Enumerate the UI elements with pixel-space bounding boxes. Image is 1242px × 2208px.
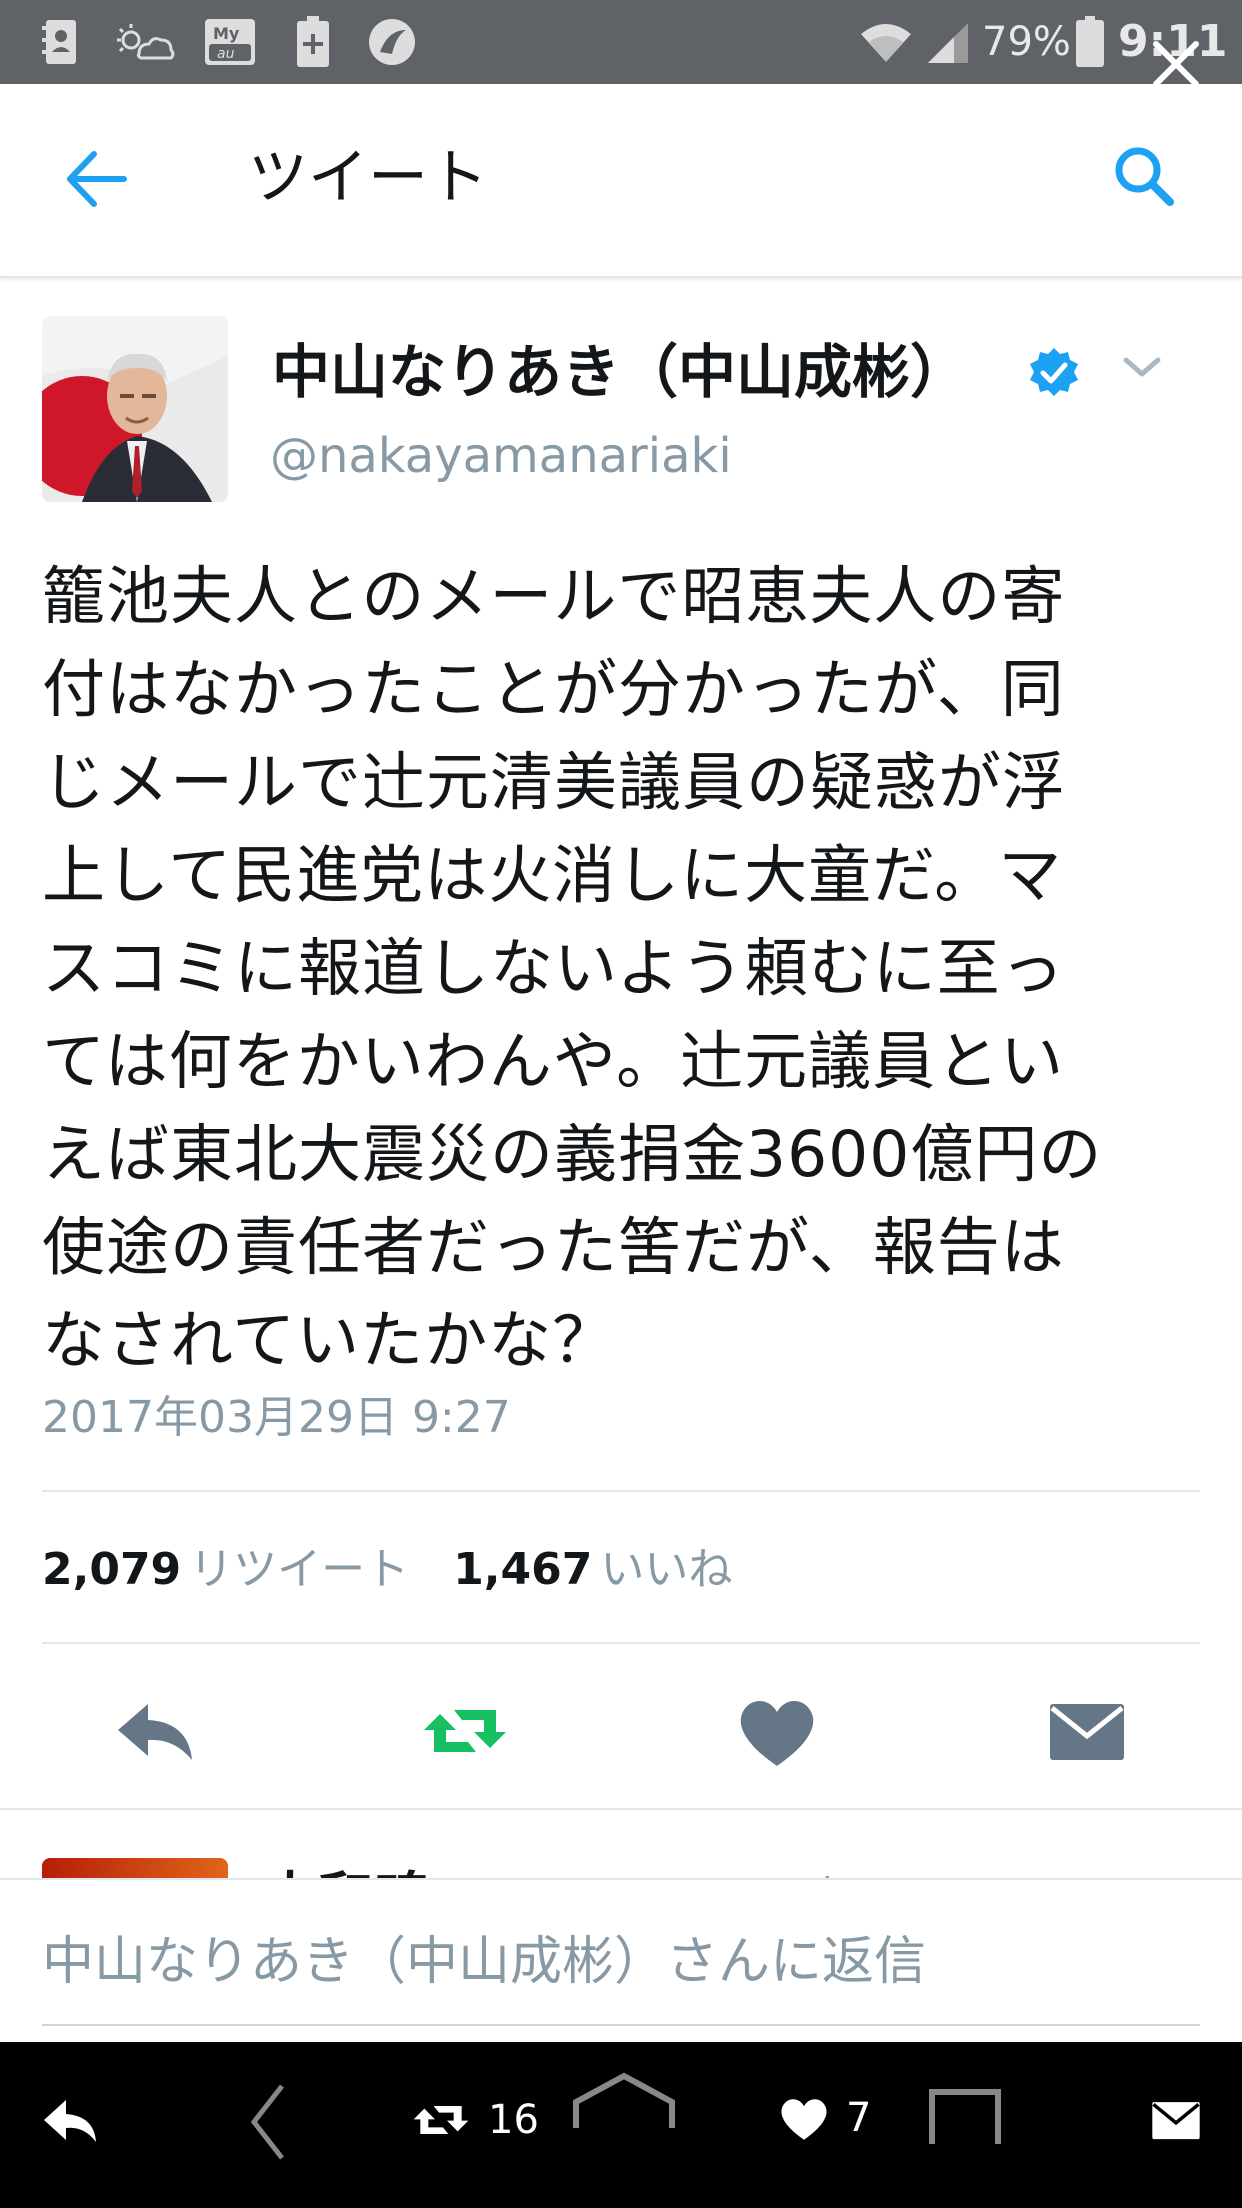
retweet-count-stat[interactable]: 2,079 リツイート bbox=[42, 1544, 409, 1595]
bottom-bar: 16 7 bbox=[0, 2042, 1242, 2208]
tweet-timestamp: 2017年03月29日 9:27 bbox=[42, 1392, 511, 1443]
retweet-icon[interactable] bbox=[420, 1686, 510, 1776]
svg-text:au: au bbox=[217, 46, 235, 62]
like-count: 1,467 bbox=[453, 1544, 593, 1595]
battery-percent: 79% bbox=[982, 19, 1071, 65]
bottom-retweet-button[interactable]: 16 bbox=[408, 2090, 539, 2150]
tweet-text-line: 上して民進党は火消しに大童だ。マ bbox=[42, 839, 1063, 912]
chevron-down-icon[interactable] bbox=[1120, 352, 1164, 382]
reply-icon[interactable] bbox=[110, 1686, 200, 1776]
status-bar: My au 79% 9:11 bbox=[0, 0, 1242, 84]
bottom-like-count: 7 bbox=[846, 2095, 872, 2141]
battery-icon bbox=[1070, 14, 1110, 70]
system-back-button[interactable] bbox=[248, 2082, 288, 2162]
tweet-text: 籠池夫人とのメールで昭恵夫人の寄 付はなかったことが分かったが、同 じメールで辻… bbox=[42, 550, 1202, 1387]
like-count-label: いいね bbox=[600, 1544, 733, 1595]
bottom-reply-button[interactable] bbox=[40, 2090, 100, 2150]
reply-author-name: 大和魂 bbox=[262, 1854, 430, 1880]
system-home-icon bbox=[573, 2072, 675, 2128]
like-heart-icon[interactable] bbox=[732, 1686, 822, 1776]
weather-icon bbox=[110, 14, 180, 70]
system-back-icon bbox=[250, 2084, 284, 2160]
divider bbox=[42, 1642, 1200, 1644]
battery-plus-icon bbox=[288, 14, 338, 70]
tweet-text-line: じメールで辻元清美議員の疑惑が浮 bbox=[42, 746, 1066, 819]
system-recents-icon bbox=[929, 2089, 1001, 2144]
reply-compose-bar: 中山なりあき（中山成彬）さんに返信 bbox=[0, 1878, 1242, 2044]
search-icon[interactable] bbox=[1112, 144, 1176, 208]
myau-icon: My au bbox=[200, 14, 260, 70]
direct-message-icon[interactable] bbox=[1042, 1686, 1132, 1776]
back-arrow-icon[interactable] bbox=[64, 146, 130, 212]
like-heart-icon bbox=[781, 2099, 827, 2140]
engagement-counts: 2,079 リツイート 1,467 いいね bbox=[42, 1540, 732, 1600]
retweet-count-label: リツイート bbox=[189, 1544, 410, 1595]
tweet-text-line: 籠池夫人とのメールで昭恵夫人の寄 bbox=[42, 560, 1066, 633]
reply-avatar bbox=[42, 1858, 228, 1880]
bottom-like-button[interactable]: 7 bbox=[776, 2090, 871, 2146]
reply-icon bbox=[44, 2100, 96, 2142]
page-title: ツイート bbox=[248, 143, 488, 213]
tweet-text-line: 使途の責任者だった筈だが、報告は bbox=[42, 1211, 1065, 1284]
retweet-icon bbox=[413, 2106, 469, 2134]
system-recents-button[interactable] bbox=[928, 2088, 1002, 2146]
svg-text:My: My bbox=[213, 24, 240, 43]
tweet-text-line: 付はなかったことが分かったが、同 bbox=[42, 653, 1065, 726]
tweet-text-line: スコミに報道しないよう頼むに至っ bbox=[42, 932, 1065, 1005]
signal-icon bbox=[920, 14, 976, 70]
verified-badge-icon bbox=[1030, 348, 1078, 396]
direct-message-icon bbox=[1152, 2102, 1200, 2140]
retweet-count: 2,079 bbox=[42, 1544, 182, 1595]
tweet-text-line: なされていたかな？ bbox=[42, 1304, 617, 1377]
app-icon bbox=[362, 14, 422, 70]
wifi-icon bbox=[856, 14, 916, 70]
contacts-icon bbox=[30, 14, 90, 70]
like-count-stat[interactable]: 1,467 いいね bbox=[453, 1544, 732, 1595]
bottom-message-button[interactable] bbox=[1148, 2094, 1204, 2146]
app-header: ツイート bbox=[0, 84, 1242, 278]
reply-input-underline bbox=[42, 2024, 1200, 2026]
bottom-retweet-count: 16 bbox=[488, 2097, 539, 2143]
tweet-text-line: えば東北大震災の義捐金3600億円の bbox=[42, 1118, 1103, 1191]
reply-input[interactable]: 中山なりあき（中山成彬）さんに返信 bbox=[42, 1930, 926, 1994]
divider bbox=[42, 1490, 1200, 1492]
system-home-button[interactable] bbox=[572, 2072, 676, 2132]
reply-preview[interactable]: 大和魂 @______2676 · 2時間 bbox=[0, 1810, 1242, 1880]
author-avatar[interactable] bbox=[42, 316, 228, 502]
tweet-text-line: ては何をかいわんや。辻元議員とい bbox=[42, 1025, 1065, 1098]
author-handle[interactable]: @nakayamanariaki bbox=[270, 424, 732, 488]
author-name[interactable]: 中山なりあき（中山成彬） bbox=[272, 336, 968, 408]
